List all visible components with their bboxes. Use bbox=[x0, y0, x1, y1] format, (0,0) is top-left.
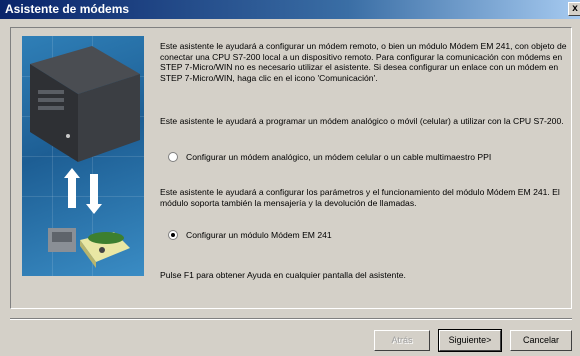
radio-em241-module[interactable] bbox=[168, 230, 178, 240]
option-em241-label: Configurar un módulo Módem EM 241 bbox=[186, 230, 332, 240]
modem-wizard-window: Asistente de módems x Este asistente le … bbox=[0, 0, 580, 356]
option-em241-module[interactable]: Configurar un módulo Módem EM 241 bbox=[168, 230, 332, 240]
back-button[interactable]: Atrás bbox=[374, 330, 430, 351]
window-title: Asistente de módems bbox=[5, 2, 130, 16]
telephone-modem-icon bbox=[48, 228, 130, 268]
modem-illustration bbox=[22, 36, 144, 276]
option-analog-modem-label: Configurar un módem analógico, un módem … bbox=[186, 152, 492, 162]
close-button[interactable]: x bbox=[568, 2, 580, 16]
help-text: Pulse F1 para obtener Ayuda en cualquier… bbox=[160, 270, 406, 280]
radio-analog-modem[interactable] bbox=[168, 152, 178, 162]
title-bar: Asistente de módems x bbox=[0, 0, 580, 19]
footer-separator bbox=[10, 318, 572, 320]
radio-selected-dot bbox=[171, 233, 175, 237]
intro-text: Este asistente le ayudará a configurar u… bbox=[160, 41, 567, 83]
plc-device-icon bbox=[30, 46, 140, 162]
option-analog-modem[interactable]: Configurar un módem analógico, un módem … bbox=[168, 152, 491, 162]
cancel-button[interactable]: Cancelar bbox=[510, 330, 572, 351]
next-button[interactable]: Siguiente> bbox=[438, 329, 502, 352]
bidirectional-arrows-icon bbox=[64, 168, 102, 214]
section1-text: Este asistente le ayudará a programar un… bbox=[160, 116, 564, 126]
section2-text: Este asistente le ayudará a configurar l… bbox=[160, 187, 560, 208]
